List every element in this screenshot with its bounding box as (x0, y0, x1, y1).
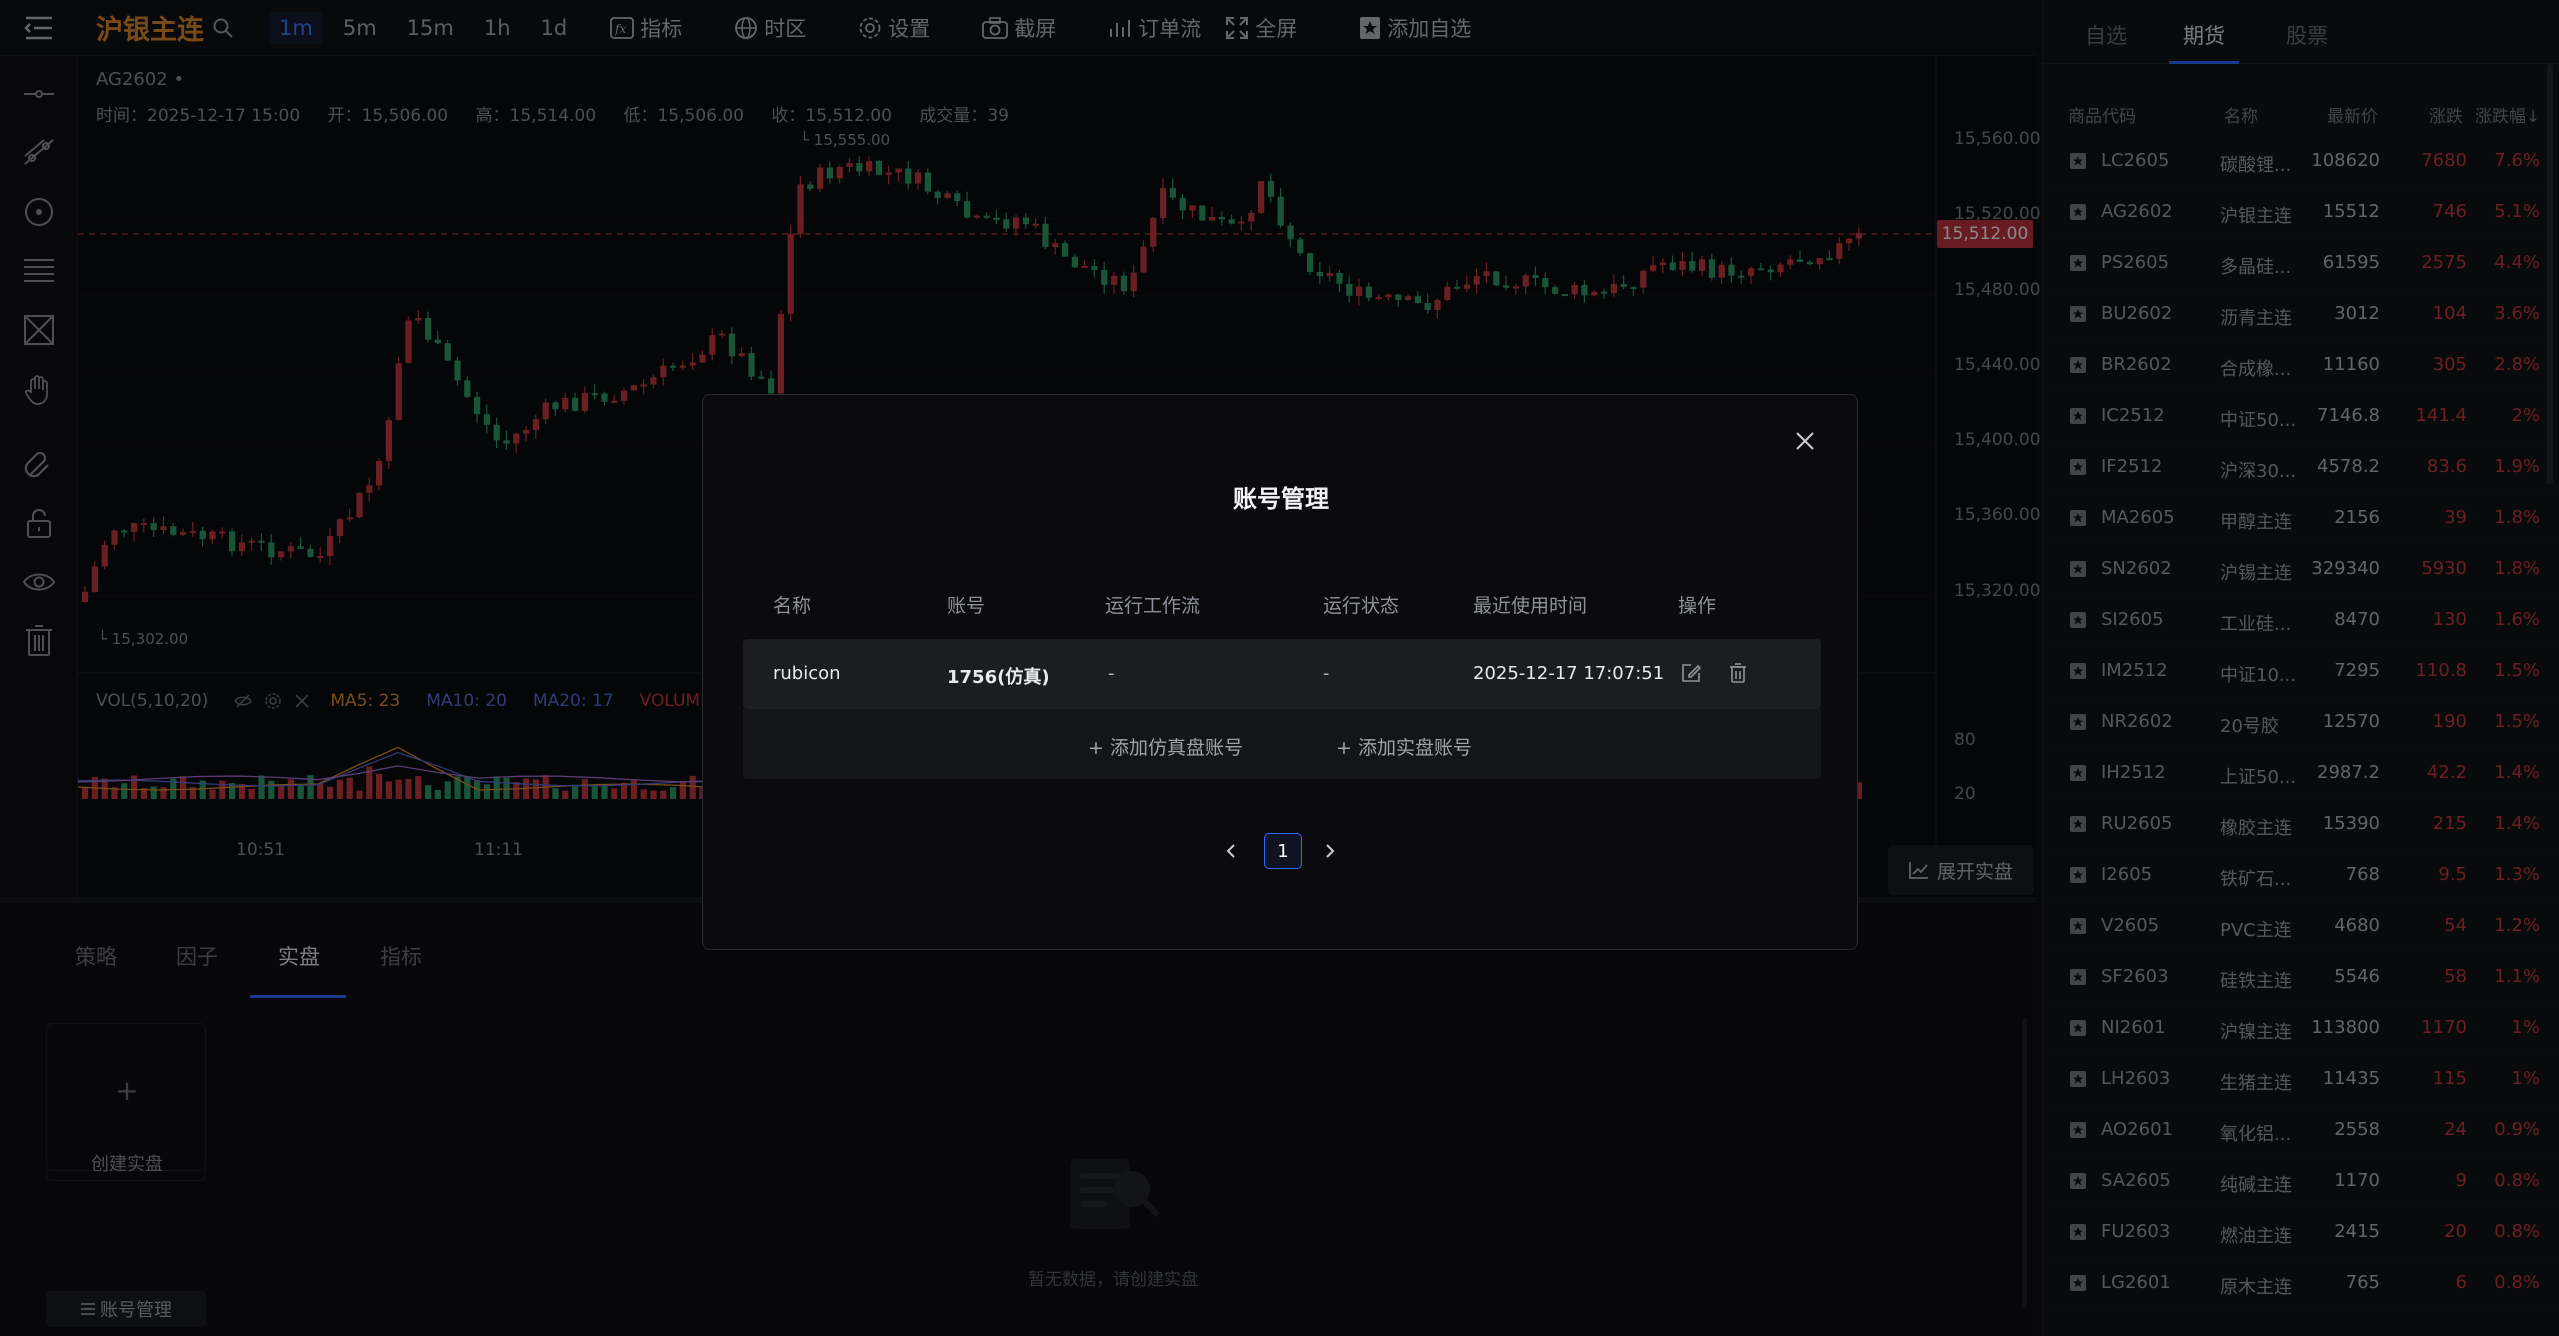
close-icon[interactable] (1791, 427, 1819, 455)
chevron-left-icon[interactable] (1223, 841, 1239, 861)
account-name: rubicon (773, 663, 841, 684)
account-status: - (1323, 663, 1330, 684)
account-id: 1756(仿真) (947, 667, 1050, 688)
column-last-used: 最近使用时间 (1473, 595, 1588, 617)
trading-app: 沪银主连 1m 5m 15m 1h 1d fx 指标 时区 设置 截屏 订单流 (0, 0, 2559, 1336)
account-last-used: 2025-12-17 17:07:51 (1473, 663, 1665, 684)
edit-icon[interactable] (1680, 662, 1702, 684)
chevron-right-icon[interactable] (1322, 841, 1338, 861)
add-real-account-link[interactable]: + 添加实盘账号 (1336, 733, 1472, 760)
table-row: rubicon 1756(仿真) - - 2025-12-17 17:07:51 (743, 639, 1821, 709)
page-number-current[interactable]: 1 (1264, 833, 1302, 869)
add-sim-account-link[interactable]: + 添加仿真盘账号 (1088, 733, 1243, 760)
column-name: 名称 (773, 595, 812, 617)
column-account: 账号 (947, 595, 986, 617)
dialog-title: 账号管理 (1233, 485, 1329, 513)
add-account-row: + 添加仿真盘账号 + 添加实盘账号 (743, 709, 1821, 779)
account-workflow: - (1108, 663, 1115, 684)
column-status: 运行状态 (1323, 595, 1400, 617)
column-actions: 操作 (1678, 595, 1717, 617)
column-workflow: 运行工作流 (1105, 595, 1201, 617)
trash-icon[interactable] (1727, 662, 1749, 684)
account-manage-dialog: 账号管理 名称 账号 运行工作流 运行状态 最近使用时间 操作 rubicon … (702, 394, 1858, 950)
